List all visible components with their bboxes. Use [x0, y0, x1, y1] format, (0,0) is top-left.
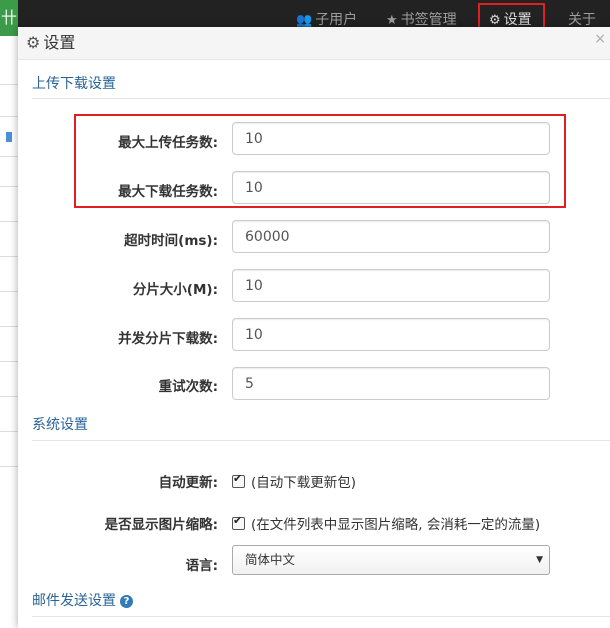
star-icon: ★ [386, 13, 398, 28]
close-icon[interactable]: × [594, 31, 606, 47]
divider [0, 291, 18, 292]
chevron-down-icon: ▼ [536, 555, 543, 565]
brand-stub: 卄 [0, 0, 18, 36]
modal-title-text: 设置 [43, 33, 76, 52]
divider [0, 396, 18, 397]
section-title-mail: 邮件发送设置? [32, 590, 133, 610]
divider [0, 361, 18, 362]
section-title-transfer: 上传下载设置 [32, 76, 116, 92]
language-select[interactable]: 简体中文 ▼ [232, 545, 550, 575]
divider [0, 156, 18, 157]
thumbnail-text: (在文件列表中显示图片缩略, 会消耗一定的流量) [251, 517, 541, 533]
timeout-input[interactable] [232, 220, 550, 253]
background-icon [6, 132, 12, 142]
timeout-label: 超时时间(ms): [124, 233, 218, 249]
divider [0, 221, 18, 222]
nav-item-label: 子用户 [315, 12, 358, 28]
nav-item-label: 关于 [568, 12, 596, 28]
language-label: 语言: [185, 558, 218, 574]
users-icon: 👥 [296, 13, 313, 28]
auto-update-text: (自动下载更新包) [251, 475, 357, 491]
modal-title: ⚙ 设置 [26, 31, 75, 55]
max-download-input[interactable] [232, 171, 550, 204]
max-upload-input[interactable] [232, 122, 550, 155]
section-divider [32, 98, 610, 99]
retry-count-label: 重试次数: [158, 379, 218, 395]
divider [0, 256, 18, 257]
gear-icon: ⚙ [26, 33, 41, 52]
max-download-label: 最大下载任务数: [118, 184, 218, 200]
section-title-system: 系统设置 [32, 417, 88, 433]
section-title-mail-text: 邮件发送设置 [32, 593, 116, 609]
nav-item-label: 书签管理 [400, 12, 457, 28]
chunk-size-input[interactable] [232, 269, 550, 302]
modal-header: ⚙ 设置 × [18, 27, 610, 60]
retry-count-input[interactable] [232, 367, 550, 400]
language-selected-value: 简体中文 [245, 552, 296, 567]
divider [0, 466, 18, 467]
divider [0, 84, 18, 85]
concurrent-chunks-label: 并发分片下载数: [118, 331, 218, 347]
section-divider [32, 616, 610, 617]
auto-update-label: 自动更新: [158, 475, 218, 491]
divider [0, 431, 18, 432]
thumbnail-option: (在文件列表中显示图片缩略, 会消耗一定的流量) [232, 513, 540, 533]
divider [0, 116, 18, 117]
divider [0, 326, 18, 327]
settings-modal: ⚙设置 × 上传下载设置 最大上传任务数: 最大下载任务数: 超时时间(ms):… [18, 27, 610, 628]
divider [0, 186, 18, 187]
chunk-size-label: 分片大小(M): [132, 282, 218, 298]
auto-update-checkbox[interactable] [232, 472, 245, 488]
thumbnail-checkbox[interactable] [232, 514, 245, 530]
max-upload-label: 最大上传任务数: [118, 135, 218, 151]
help-icon[interactable]: ? [120, 595, 133, 608]
section-divider [32, 440, 610, 441]
concurrent-chunks-input[interactable] [232, 318, 550, 351]
auto-update-option: (自动下载更新包) [232, 471, 356, 491]
thumbnail-label: 是否显示图片缩略: [104, 517, 218, 533]
